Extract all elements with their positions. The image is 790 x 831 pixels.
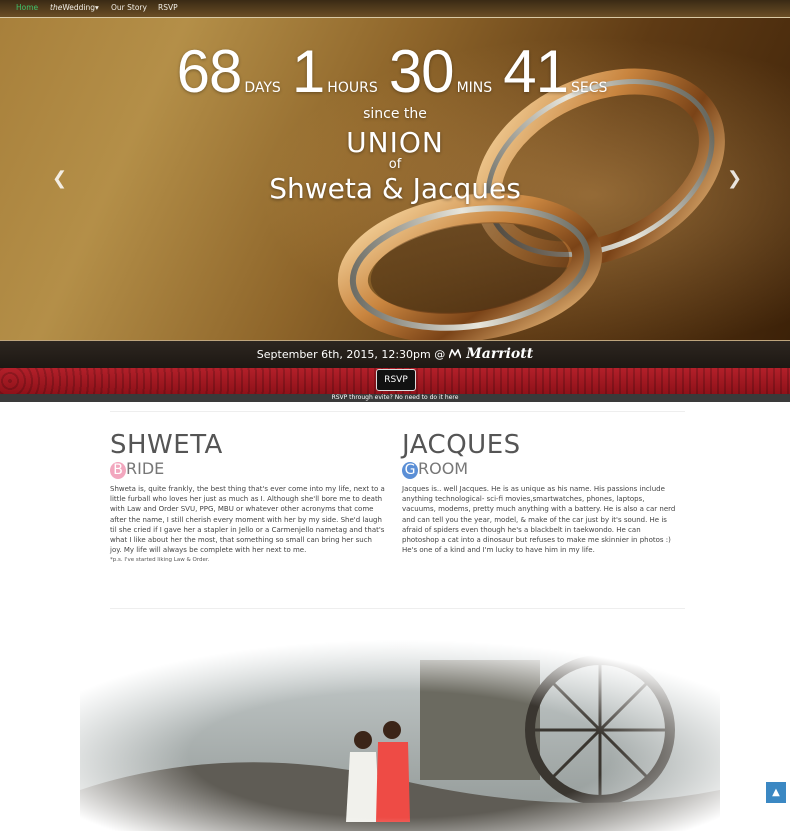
bride-role: B RIDE xyxy=(110,459,385,479)
bride-role-rest: RIDE xyxy=(126,459,165,478)
top-navbar: Home theWedding▾ Our Story RSVP xyxy=(0,0,790,18)
bride-bio: Shweta is, quite frankly, the best thing… xyxy=(110,485,385,555)
bride-postscript: *p.s. I've started liking Law & Order. xyxy=(110,557,210,564)
caret-down-icon: ▾ xyxy=(95,3,99,12)
event-date: September 6th, 2015, 12:30pm @ xyxy=(256,348,446,361)
section-divider xyxy=(110,411,685,412)
groom-bio: Jacques is.. well Jacques. He is as uniq… xyxy=(402,485,676,555)
countdown-days-label: DAYS xyxy=(244,80,281,96)
countdown-hours-label: HOURS xyxy=(327,80,378,96)
rsvp-evite-note[interactable]: RSVP through evite? No need to do it her… xyxy=(0,394,790,402)
rsvp-button[interactable]: RSVP xyxy=(376,369,416,391)
carousel-indicators xyxy=(381,332,413,340)
countdown-days-value: 68 xyxy=(176,38,243,105)
bride-role-initial: B xyxy=(110,462,126,479)
countdown-timer: 68 DAYS 1 HOURS 30 MINS 41 SECS xyxy=(0,42,790,102)
couple-names: Shweta & Jacques xyxy=(269,172,521,205)
nav-home-link[interactable]: Home xyxy=(16,3,38,12)
hero-union-text: UNION xyxy=(346,126,444,159)
bride-section: SHWETA B RIDE Shweta is, quite frankly, t… xyxy=(110,431,385,563)
event-date-bar: September 6th, 2015, 12:30pm @ Marriott xyxy=(0,340,790,369)
countdown-mins-value: 30 xyxy=(388,38,455,105)
nav-rsvp-link[interactable]: RSVP xyxy=(158,3,178,12)
chevron-right-icon[interactable]: ❯ xyxy=(727,168,742,189)
groom-section: JACQUES G ROOM Jacques is.. well Jacques.… xyxy=(402,431,677,555)
groom-role: G ROOM xyxy=(402,459,677,479)
hero-carousel: 68 DAYS 1 HOURS 30 MINS 41 SECS since the UN… xyxy=(0,18,790,340)
couple-photo xyxy=(80,640,720,831)
countdown-secs-value: 41 xyxy=(503,38,569,105)
nav-wedding-prefix: the xyxy=(50,3,63,12)
nav-wedding-dropdown[interactable]: theWedding▾ xyxy=(50,3,99,12)
groom-name: JACQUES xyxy=(402,430,521,460)
countdown-hours-value: 1 xyxy=(291,38,325,105)
nav-our-story-link[interactable]: Our Story xyxy=(111,3,147,12)
bride-name: SHWETA xyxy=(110,430,223,460)
chevron-up-icon[interactable]: ▲ xyxy=(766,782,786,803)
chevron-left-icon[interactable]: ❮ xyxy=(52,168,67,189)
section-divider xyxy=(110,608,685,609)
venue-name: Marriott xyxy=(466,346,534,362)
marriott-logo-icon xyxy=(448,348,465,361)
countdown-secs-label: SECS xyxy=(570,80,608,96)
groom-role-initial: G xyxy=(402,462,418,479)
hero-of-text: of xyxy=(388,157,402,172)
nav-wedding-label: Wedding xyxy=(62,3,96,12)
countdown-mins-label: MINS xyxy=(456,80,493,96)
groom-role-rest: ROOM xyxy=(418,459,469,478)
hero-since-text: since the xyxy=(363,106,427,122)
